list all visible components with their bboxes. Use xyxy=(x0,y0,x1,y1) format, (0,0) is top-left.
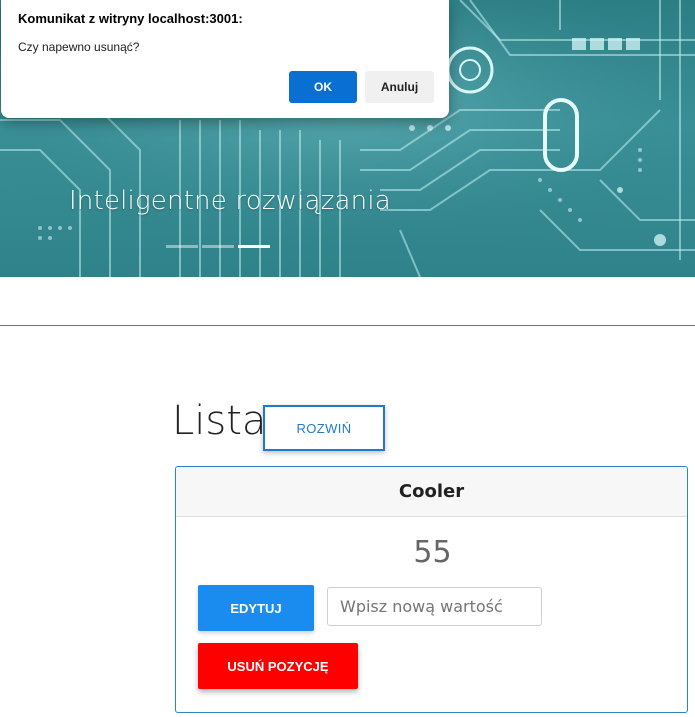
dialog-title: Komunikat z witryny localhost:3001: xyxy=(18,11,243,26)
carousel-indicator-3[interactable] xyxy=(238,245,270,248)
expand-button[interactable]: ROZWIŃ xyxy=(263,405,385,451)
section-divider xyxy=(0,325,695,326)
card-title: Cooler xyxy=(176,467,687,517)
card-value: 55 xyxy=(413,535,452,570)
carousel-indicator-2[interactable] xyxy=(202,245,234,248)
edit-button[interactable]: EDYTUJ xyxy=(198,585,314,631)
delete-item-button[interactable]: USUŃ POZYCJĘ xyxy=(198,643,358,689)
item-card: Cooler 55 EDYTUJ USUŃ POZYCJĘ xyxy=(175,466,688,713)
dialog-cancel-button[interactable]: Anuluj xyxy=(365,71,434,103)
carousel-indicator-1[interactable] xyxy=(166,245,198,248)
dialog-message: Czy napewno usunąć? xyxy=(18,40,140,54)
new-value-input[interactable] xyxy=(327,587,542,626)
hero-caption: Inteligentne rozwiązania xyxy=(69,186,391,216)
dialog-ok-button[interactable]: OK xyxy=(289,71,357,103)
carousel-indicators xyxy=(166,245,270,248)
confirm-dialog: Komunikat z witryny localhost:3001: Czy … xyxy=(1,0,449,118)
list-title: Lista xyxy=(172,398,267,444)
